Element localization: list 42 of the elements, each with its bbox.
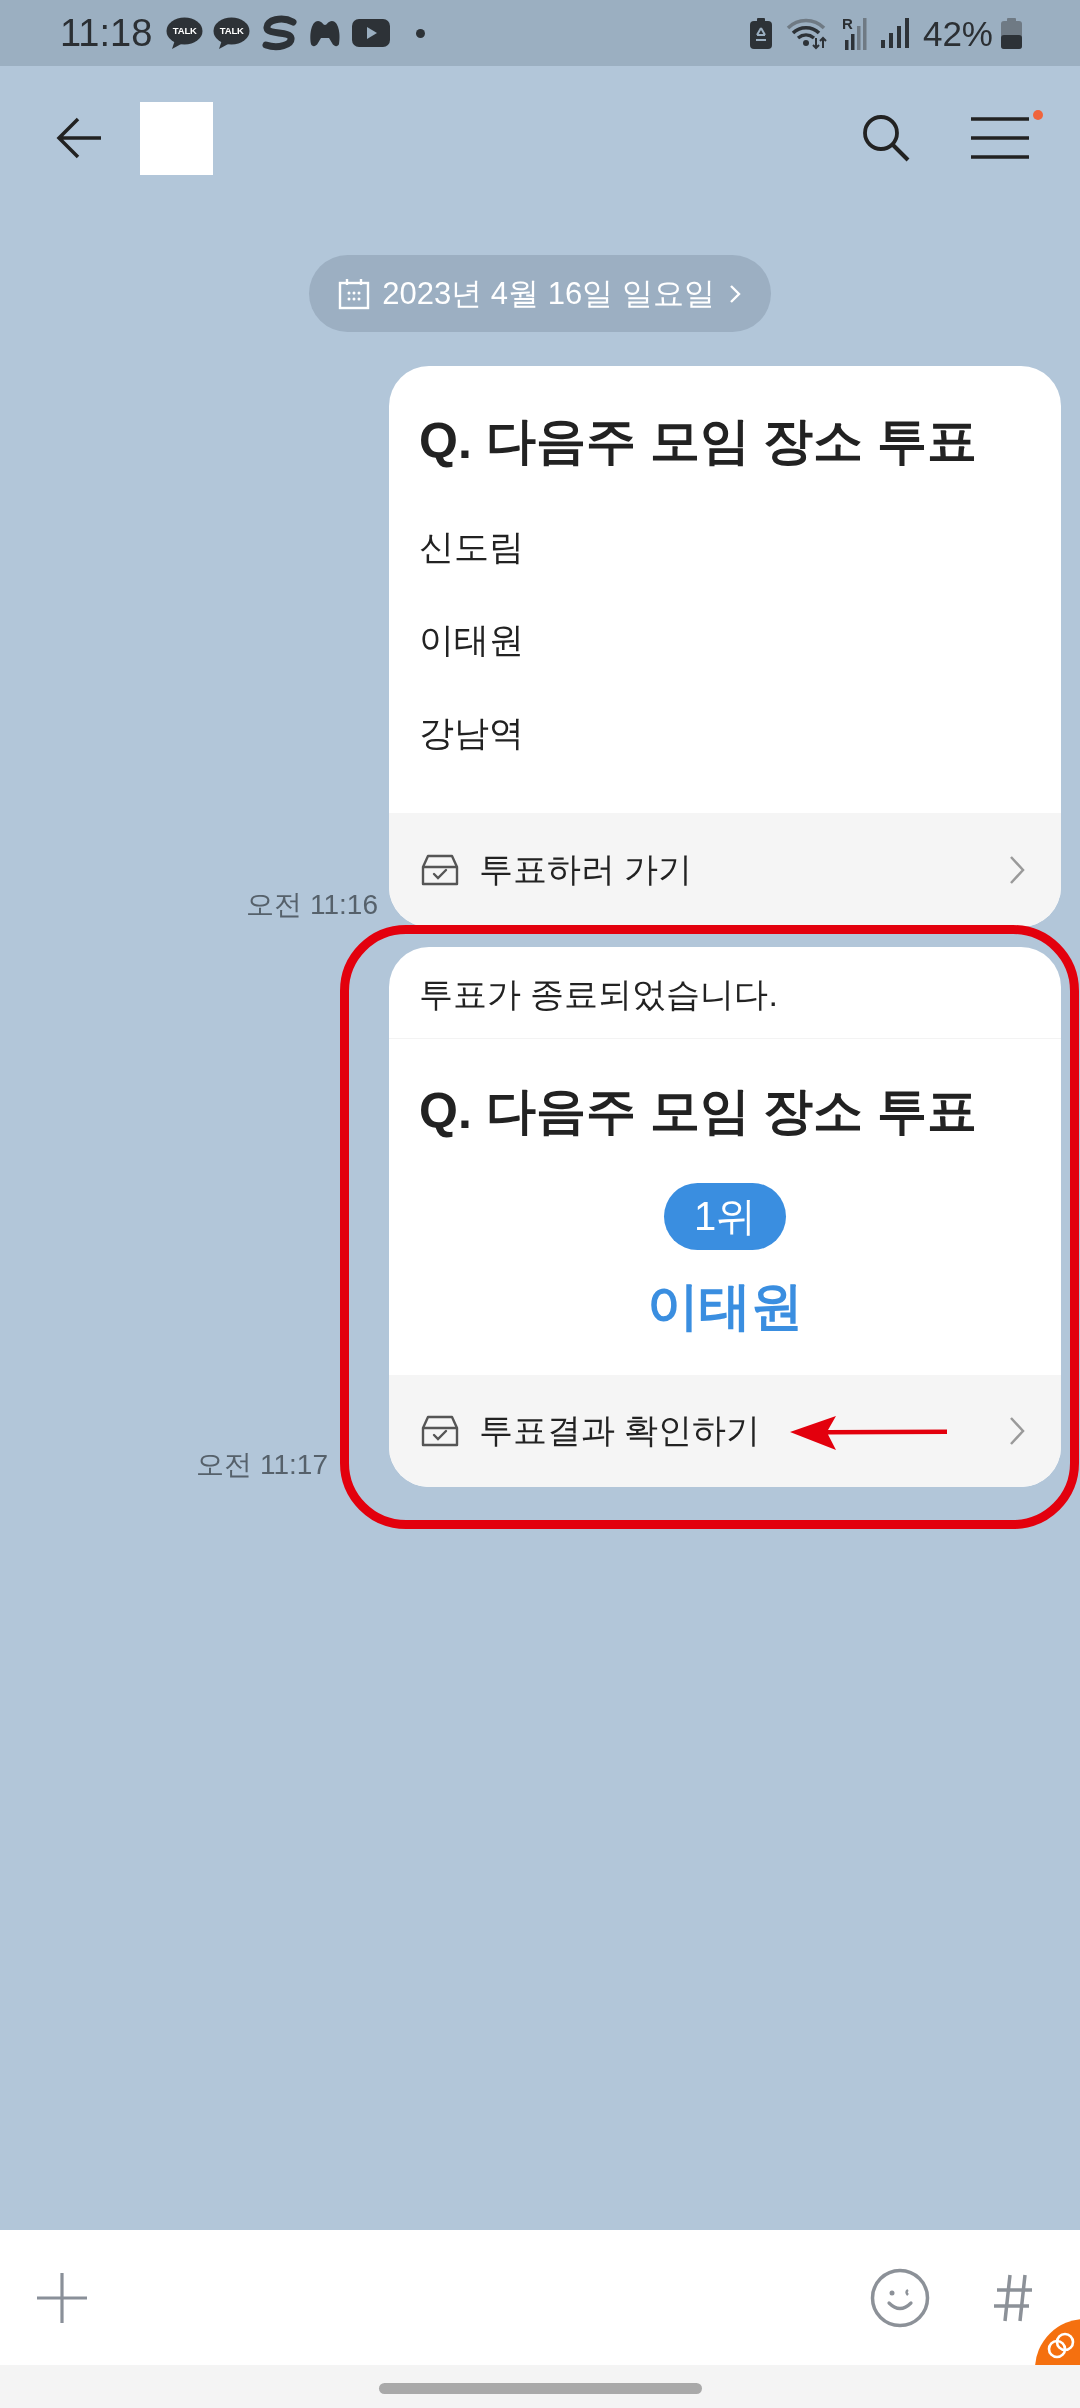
add-button[interactable] xyxy=(37,2272,87,2323)
message-time: 오전 11:16 xyxy=(246,888,378,922)
smiley-face-icon xyxy=(870,2267,930,2328)
calendar-icon xyxy=(338,277,371,310)
battery-icon xyxy=(1001,17,1022,49)
game-controller-icon xyxy=(308,18,343,48)
poll-option: 신도림 xyxy=(419,522,1031,572)
chevron-right-icon xyxy=(1009,1416,1025,1446)
status-time: 11:18 xyxy=(60,14,153,52)
chevron-right-icon xyxy=(728,283,741,304)
emoticon-button[interactable] xyxy=(870,2267,930,2328)
search-button[interactable] xyxy=(861,113,911,163)
signal-bars-icon xyxy=(844,16,867,50)
notification-dot-icon xyxy=(416,28,426,38)
menu-button[interactable] xyxy=(971,116,1029,160)
signal-icon xyxy=(880,18,909,48)
swirl-logo-icon xyxy=(260,15,299,51)
plus-icon xyxy=(37,2272,87,2323)
chevron-right-icon xyxy=(1009,855,1025,885)
rank-badge: 1위 xyxy=(663,1183,787,1250)
roaming-indicator: R xyxy=(842,16,853,31)
search-icon xyxy=(861,113,911,163)
poll-title: Q. 다음주 모임 장소 투표 xyxy=(419,1082,979,1141)
message-time: 오전 11:17 xyxy=(196,1448,328,1482)
hash-icon xyxy=(993,2272,1033,2323)
poll-option: 이태원 xyxy=(419,615,1031,665)
poll-closed-notice: 투표가 종료되었습니다. xyxy=(389,947,1061,1039)
poll-title: Q. 다음주 모임 장소 투표 xyxy=(419,412,979,471)
winning-option: 이태원 xyxy=(419,1274,1031,1338)
hashtag-button[interactable] xyxy=(993,2272,1033,2323)
video-play-icon xyxy=(352,19,391,47)
battery-percentage: 42% xyxy=(922,15,993,51)
back-arrow-icon xyxy=(55,116,103,160)
battery-saver-icon xyxy=(750,17,773,49)
vote-link[interactable]: 투표하러 가기 xyxy=(389,813,1061,927)
wifi-icon xyxy=(786,16,829,50)
menu-icon xyxy=(971,116,1029,160)
results-link[interactable]: 투표결과 확인하기 xyxy=(389,1375,1061,1487)
poll-option: 강남역 xyxy=(419,708,1031,758)
ballot-box-icon xyxy=(421,854,459,886)
back-button[interactable] xyxy=(55,116,103,160)
ballot-box-icon xyxy=(421,1415,459,1447)
